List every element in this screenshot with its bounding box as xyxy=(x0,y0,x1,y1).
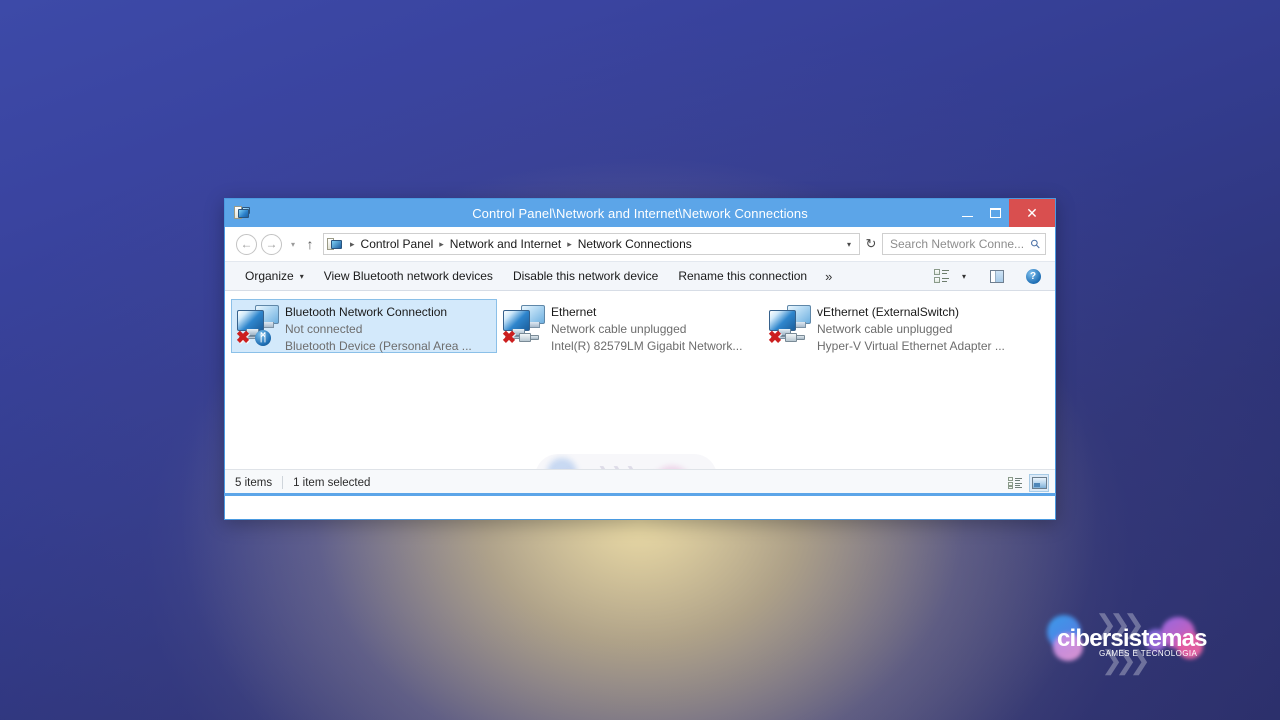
disabled-x-icon: ✖ xyxy=(235,328,251,347)
back-button[interactable]: ← xyxy=(236,233,257,255)
status-divider xyxy=(282,476,284,489)
network-adapter-icon: ✖ ᛗ xyxy=(235,302,281,348)
arrow-up-icon: ↑ xyxy=(306,236,314,252)
preview-pane-icon xyxy=(990,269,1004,283)
window-title: Control Panel\Network and Internet\Netwo… xyxy=(472,205,808,221)
network-adapter-icon: ✖ xyxy=(501,302,547,348)
breadcrumb-separator-1[interactable]: ▸ xyxy=(435,239,448,250)
window-controls: ✕ xyxy=(953,199,1055,227)
connection-name: vEthernet (ExternalSwitch) xyxy=(817,305,960,319)
disable-this-network-device-button[interactable]: Disable this network device xyxy=(503,263,668,289)
organize-button[interactable]: Organize ▾ xyxy=(235,263,314,289)
connections-list[interactable]: ❯ ❯ ❯ ✖ ᛗ Bluetooth Network Connection N… xyxy=(225,291,1055,469)
connection-device: Hyper-V Virtual Ethernet Adapter ... xyxy=(817,339,1005,353)
breadcrumb-separator-0: ▸ xyxy=(350,238,355,249)
explorer-window: Control Panel\Network and Internet\Netwo… xyxy=(224,198,1056,520)
search-input[interactable]: Search Network Conne... ⚲ xyxy=(882,233,1046,255)
connection-device: Intel(R) 82579LM Gigabit Network... xyxy=(551,339,743,353)
address-history-chevron-down-icon[interactable]: ▾ xyxy=(845,240,857,249)
status-bar: 5 items 1 item selected xyxy=(224,469,1056,496)
minimize-icon xyxy=(961,216,973,217)
organize-label: Organize xyxy=(245,269,294,283)
chevron-down-icon: ▾ xyxy=(961,271,966,281)
desktop-background: Control Panel\Network and Internet\Netwo… xyxy=(0,0,1280,720)
refresh-icon: ↻ xyxy=(865,236,877,251)
connection-status: Network cable unplugged xyxy=(817,322,953,336)
command-toolbar: Organize ▾ View Bluetooth network device… xyxy=(225,261,1055,291)
window-titlebar[interactable]: Control Panel\Network and Internet\Netwo… xyxy=(225,199,1055,227)
connection-status: Not connected xyxy=(285,322,363,336)
watermark-logo: ❯ ❯ ❯ ❯ ❯ ❯ cibersistemas GAMES E TECNOL… xyxy=(1043,609,1213,673)
preview-pane-button[interactable] xyxy=(983,264,1011,288)
watermark-subtitle: GAMES E TECNOLOGIA xyxy=(1099,649,1198,658)
maximize-icon xyxy=(989,208,1001,218)
help-icon: ? xyxy=(1025,268,1041,284)
rename-this-connection-button[interactable]: Rename this connection xyxy=(668,263,817,289)
details-view-button[interactable] xyxy=(1005,474,1025,492)
search-icon: ⚲ xyxy=(1027,235,1044,253)
breadcrumb-item-network-connections[interactable]: Network Connections xyxy=(576,237,694,251)
breadcrumb-separator-2[interactable]: ▸ xyxy=(563,239,576,250)
recent-locations-button[interactable]: ▾ xyxy=(286,240,300,249)
list-item[interactable]: ✖ vEthernet (ExternalSwitch) Network cab… xyxy=(763,299,1029,353)
list-item-text: Bluetooth Network Connection Not connect… xyxy=(285,302,472,355)
change-view-button[interactable] xyxy=(927,264,955,288)
disabled-x-icon: ✖ xyxy=(767,328,783,347)
large-icons-view-icon xyxy=(1031,476,1047,489)
breadcrumb-item-network-and-internet[interactable]: Network and Internet xyxy=(448,237,563,251)
close-icon: ✕ xyxy=(1026,204,1038,221)
change-view-caret-button[interactable]: ▾ xyxy=(955,264,973,288)
network-adapter-icon: ✖ xyxy=(767,302,813,348)
refresh-button[interactable]: ↻ xyxy=(860,236,882,252)
connection-name: Bluetooth Network Connection xyxy=(285,305,448,319)
address-bar[interactable]: ▸ Control Panel ▸ Network and Internet ▸… xyxy=(323,233,860,255)
minimize-button[interactable] xyxy=(953,199,981,227)
window-bottom-accent xyxy=(224,493,1056,496)
selection-count-label: 1 item selected xyxy=(293,476,371,489)
toolbar-right-group: ▾ ? xyxy=(927,264,1047,288)
chevron-down-icon: ▾ xyxy=(299,271,304,281)
view-toggle-group xyxy=(1005,473,1049,492)
help-button[interactable]: ? xyxy=(1019,264,1047,288)
back-arrow-icon: ← xyxy=(240,237,253,251)
forward-button[interactable]: → xyxy=(261,233,282,255)
navigation-bar: ← → ▾ ↑ ▸ Control Panel ▸ Network and In… xyxy=(225,227,1055,261)
maximize-button[interactable] xyxy=(981,199,1009,227)
list-item[interactable]: ✖ ᛗ Bluetooth Network Connection Not con… xyxy=(231,299,497,353)
breadcrumb-item-control-panel[interactable]: Control Panel xyxy=(359,237,436,251)
rj45-cable-icon xyxy=(785,331,805,344)
connection-status: Network cable unplugged xyxy=(551,322,687,336)
list-item[interactable]: ✖ Ethernet Network cable unplugged Intel… xyxy=(497,299,763,353)
rj45-cable-icon xyxy=(519,331,539,344)
search-placeholder: Search Network Conne... xyxy=(890,237,1025,251)
list-item-text: Ethernet Network cable unplugged Intel(R… xyxy=(551,302,742,355)
disabled-x-icon: ✖ xyxy=(501,328,517,347)
change-view-icon xyxy=(933,269,949,283)
forward-arrow-icon: → xyxy=(265,237,278,251)
bluetooth-icon: ᛗ xyxy=(255,330,271,346)
list-item-text: vEthernet (ExternalSwitch) Network cable… xyxy=(817,302,1005,355)
chevron-down-icon: ▾ xyxy=(290,239,295,249)
connection-name: Ethernet xyxy=(551,305,597,319)
close-button[interactable]: ✕ xyxy=(1009,199,1055,227)
address-bar-icon xyxy=(327,237,343,251)
view-bluetooth-network-devices-button[interactable]: View Bluetooth network devices xyxy=(314,263,503,289)
decorative-watermark-overlay: ❯ ❯ ❯ xyxy=(535,454,717,469)
connection-device: Bluetooth Device (Personal Area ... xyxy=(285,339,472,353)
large-icons-view-button[interactable] xyxy=(1029,473,1049,492)
network-connections-icon xyxy=(234,205,250,221)
toolbar-overflow-button[interactable]: » xyxy=(817,269,840,284)
item-count-label: 5 items xyxy=(235,476,273,489)
details-view-icon xyxy=(1008,476,1022,489)
up-button[interactable]: ↑ xyxy=(300,236,320,252)
